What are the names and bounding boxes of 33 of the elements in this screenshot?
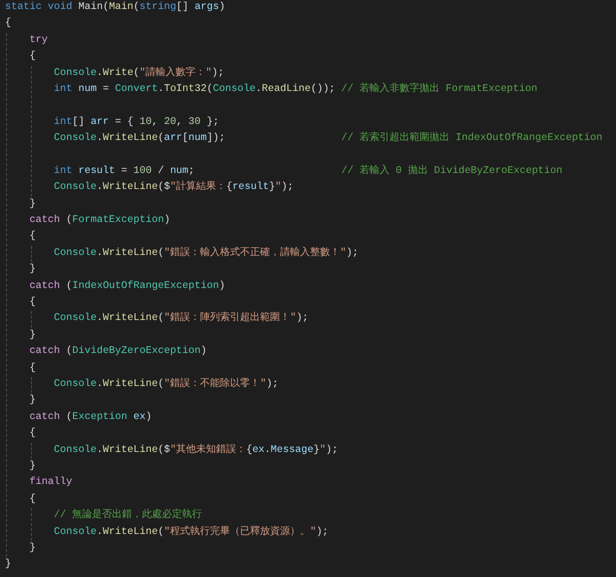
- code-line: static void Main(Main(string[] args): [5, 0, 226, 15]
- code-line: finally: [29, 476, 72, 490]
- code-line: // 無論是否出錯，此處必定執行: [54, 508, 202, 524]
- code-line: Console.WriteLine("錯誤：陣列索引超出範圍！");: [54, 311, 308, 326]
- code-line: {: [29, 50, 36, 64]
- code-line: catch (Exception ex): [29, 410, 152, 425]
- code-line: int num = Convert.ToInt32(Console.ReadLine()); // 若輸入非數字拋出 FormatException: [54, 82, 538, 97]
- code-line: {: [29, 426, 36, 442]
- code-line: Console.WriteLine($"其他未知錯誤：{ex.Message}");: [54, 442, 338, 458]
- code-line: }: [5, 558, 12, 572]
- code-line: }: [29, 460, 36, 474]
- code-line: {: [5, 16, 12, 32]
- code-line: try: [29, 34, 48, 48]
- code-line: {: [29, 492, 36, 507]
- code-line: Console.Write("請輸入數字：");: [54, 66, 224, 81]
- code-line: Console.WriteLine("錯誤：輸入格式不正確，請輸入整數！");: [54, 246, 358, 261]
- code-line: Console.WriteLine("程式執行完畢（已釋放資源）。");: [54, 524, 328, 540]
- code-line: {: [29, 230, 36, 244]
- code-line: }: [29, 394, 36, 408]
- code-line: int[] arr = { 10, 20, 30 };: [54, 116, 219, 130]
- code-line: }: [29, 328, 36, 343]
- code-line: }: [29, 198, 36, 212]
- code-line: Console.WriteLine(arr[num]); // 若索引超出範圍拋出 IndexOutOfRangeException: [54, 131, 602, 146]
- code-line: Console.WriteLine("錯誤：不能除以零！");: [54, 376, 278, 392]
- code-line: catch (DivideByZeroException): [29, 344, 207, 360]
- code-line: {: [29, 296, 36, 310]
- code-line: catch (FormatException): [29, 214, 170, 228]
- code-line: {: [29, 362, 36, 376]
- code-line: catch (IndexOutOfRangeException): [29, 280, 226, 294]
- code-line: int result = 100 / num; // 若輸入 0 拋出 DivideByZeroException: [54, 164, 562, 179]
- code-line: }: [29, 542, 36, 556]
- code-line: }: [29, 262, 36, 278]
- code-line: Console.WriteLine($"計算結果：{result}");: [54, 180, 294, 196]
